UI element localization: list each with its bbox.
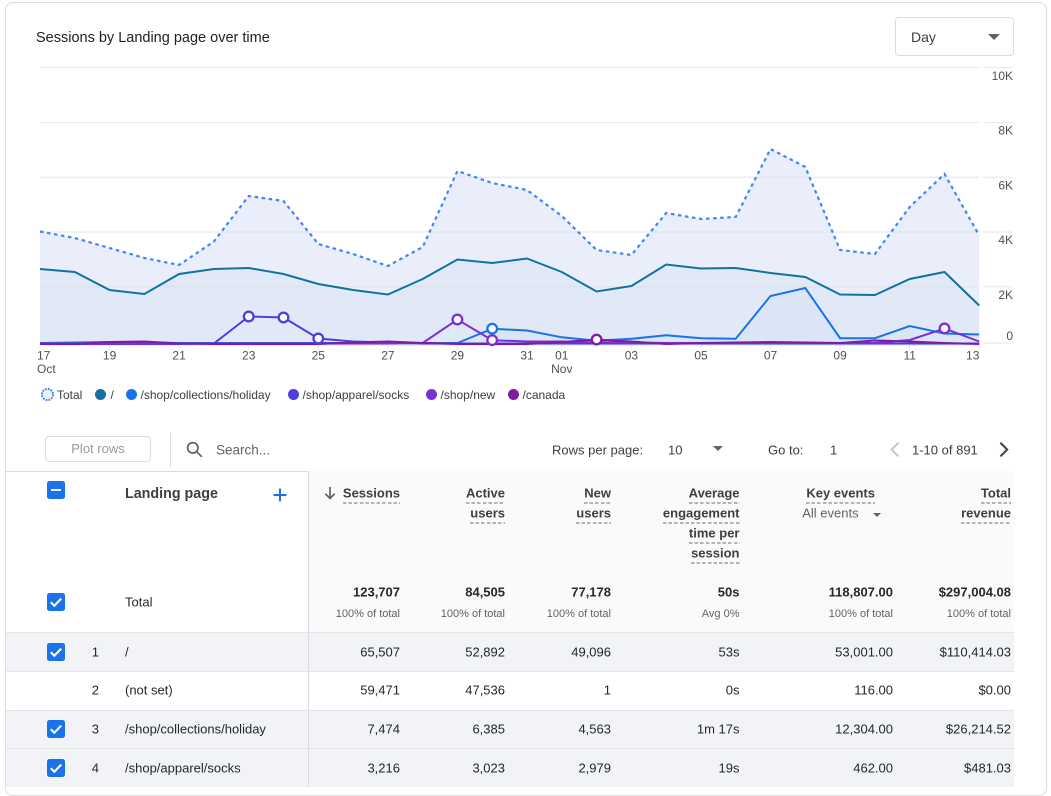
svg-text:29: 29 bbox=[451, 349, 465, 363]
svg-text:03: 03 bbox=[625, 349, 639, 363]
svg-text:Nov: Nov bbox=[551, 362, 572, 376]
svg-text:Oct: Oct bbox=[37, 362, 56, 376]
svg-text:4K: 4K bbox=[998, 233, 1013, 247]
svg-text:23: 23 bbox=[242, 349, 256, 363]
svg-text:17: 17 bbox=[37, 349, 51, 363]
svg-text:11: 11 bbox=[903, 349, 916, 363]
svg-text:0: 0 bbox=[1006, 329, 1013, 343]
svg-text:6K: 6K bbox=[998, 178, 1013, 192]
svg-text:25: 25 bbox=[312, 349, 326, 363]
svg-text:27: 27 bbox=[381, 349, 395, 363]
svg-text:2K: 2K bbox=[998, 288, 1013, 302]
svg-text:01: 01 bbox=[555, 349, 569, 363]
svg-text:31: 31 bbox=[520, 349, 534, 363]
svg-text:13: 13 bbox=[966, 349, 980, 363]
svg-text:05: 05 bbox=[694, 349, 708, 363]
svg-text:19: 19 bbox=[103, 349, 117, 363]
svg-text:10K: 10K bbox=[992, 69, 1013, 83]
svg-text:07: 07 bbox=[764, 349, 778, 363]
svg-text:8K: 8K bbox=[998, 124, 1013, 138]
svg-text:21: 21 bbox=[172, 349, 186, 363]
svg-text:09: 09 bbox=[833, 349, 847, 363]
